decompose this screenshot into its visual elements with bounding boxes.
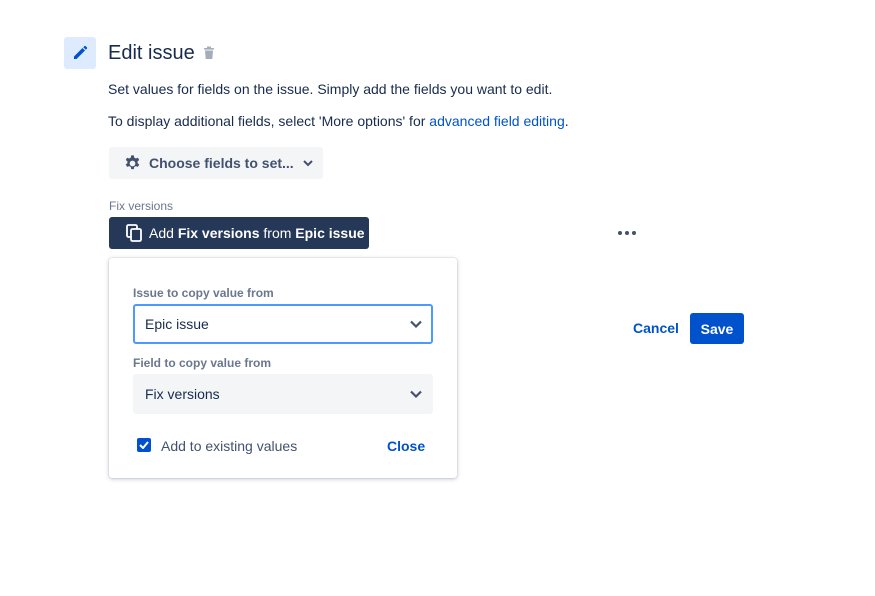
- pencil-icon: [72, 45, 88, 61]
- choose-fields-button[interactable]: Choose fields to set...: [109, 147, 323, 179]
- issue-to-copy-value: Epic issue: [145, 316, 209, 332]
- copy-value-popup: Issue to copy value from Epic issue Fiel…: [109, 258, 457, 478]
- field-to-copy-select[interactable]: Fix versions: [133, 374, 433, 414]
- issue-to-copy-select[interactable]: Epic issue: [133, 304, 433, 344]
- more-dot-icon: [618, 231, 622, 235]
- save-button[interactable]: Save: [690, 313, 744, 344]
- choose-fields-label: Choose fields to set...: [149, 155, 294, 171]
- chevron-down-icon: [302, 159, 313, 167]
- more-options-button[interactable]: [614, 222, 640, 244]
- issue-to-copy-label: Issue to copy value from: [133, 286, 274, 300]
- close-button[interactable]: Close: [387, 438, 425, 454]
- chevron-down-icon: [409, 387, 423, 401]
- advanced-field-editing-link[interactable]: advanced field editing: [429, 113, 564, 129]
- add-to-existing-label[interactable]: Add to existing values: [161, 438, 297, 454]
- edit-icon-container: [64, 37, 96, 69]
- fix-versions-label: Fix versions: [109, 199, 174, 213]
- add-fix-versions-from-epic-button[interactable]: Add Fix versions from Epic issue: [109, 217, 369, 249]
- add-button-source: Epic issue: [295, 225, 365, 241]
- add-to-existing-checkbox[interactable]: [137, 438, 151, 452]
- trash-icon[interactable]: [202, 45, 216, 61]
- copy-icon: [126, 224, 143, 242]
- description-line-2-text: To display additional fields, select 'Mo…: [108, 113, 430, 129]
- cancel-button[interactable]: Cancel: [623, 313, 689, 343]
- more-dot-icon: [632, 231, 636, 235]
- more-dot-icon: [625, 231, 629, 235]
- page-title: Edit issue: [108, 42, 195, 64]
- add-button-middle: from: [259, 225, 296, 241]
- gear-icon: [123, 154, 142, 173]
- description-line-2-suffix: .: [564, 113, 569, 129]
- add-button-field: Fix versions: [177, 225, 260, 241]
- checkmark-icon: [139, 441, 149, 449]
- field-to-copy-value: Fix versions: [145, 386, 220, 402]
- field-to-copy-label: Field to copy value from: [133, 356, 272, 370]
- description-line-2: To display additional fields, select 'Mo…: [108, 113, 569, 129]
- description-line-1: Set values for fields on the issue. Simp…: [108, 81, 553, 97]
- chevron-down-icon: [409, 317, 423, 331]
- add-button-prefix: Add: [149, 225, 178, 241]
